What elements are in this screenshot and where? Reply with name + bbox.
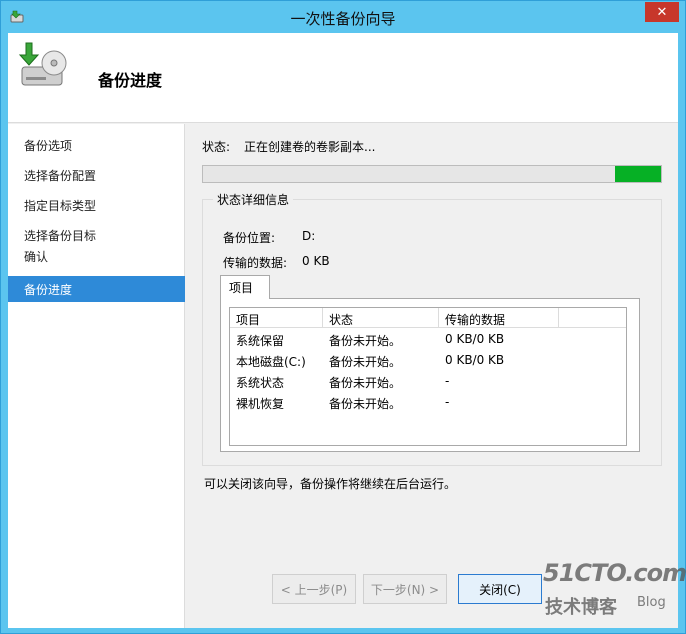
wizard-header: 备份进度 (8, 33, 678, 123)
row-data: - (445, 374, 450, 388)
wizard-content: 状态: 正在创建卷的卷影副本... 状态详细信息 备份位置: D: 传输的数据:… (186, 124, 678, 628)
wizard-steps-sidebar: 备份选项 选择备份配置 指定目标类型 选择备份目标 确认 备份进度 (8, 124, 185, 628)
column-header-transferred[interactable]: 传输的数据 (439, 308, 559, 328)
site-watermark: 51CTO.com 技术博客 Blog (541, 557, 686, 627)
row-item: 本地磁盘(C:) (236, 355, 306, 369)
row-item: 系统保留 (236, 334, 285, 348)
watermark-blog-en: Blog (637, 595, 666, 610)
tab-panel-items: 项目 状态 传输的数据 系统保留 备份未开始。 0 KB/0 KB 本地磁盘(C… (220, 298, 640, 452)
transferred-data-value: 0 KB (302, 254, 330, 268)
row-status: 备份未开始。 (329, 334, 402, 348)
row-status: 备份未开始。 (329, 397, 402, 411)
page-title: 备份进度 (98, 71, 163, 90)
column-header-item[interactable]: 项目 (230, 308, 323, 328)
row-data: - (445, 395, 450, 409)
status-label: 状态: (202, 140, 231, 154)
window-title: 一次性备份向导 (290, 10, 396, 28)
table-row[interactable]: 本地磁盘(C:) 备份未开始。 0 KB/0 KB (230, 350, 626, 371)
tab-items[interactable]: 项目 (220, 275, 270, 299)
row-data: 0 KB/0 KB (445, 332, 505, 346)
backup-items-list[interactable]: 项目 状态 传输的数据 系统保留 备份未开始。 0 KB/0 KB 本地磁盘(C… (229, 307, 627, 446)
backup-location-label: 备份位置: (223, 231, 276, 245)
close-button[interactable]: 关闭(C) (458, 574, 542, 604)
sidebar-item-select-config[interactable]: 选择备份配置 (8, 164, 185, 186)
table-row[interactable]: 系统保留 备份未开始。 0 KB/0 KB (230, 329, 626, 350)
next-button[interactable]: 下一步(N) > (363, 574, 447, 604)
table-row[interactable]: 裸机恢复 备份未开始。 - (230, 392, 626, 413)
sidebar-item-confirm[interactable]: 确认 (8, 245, 185, 267)
sidebar-item-backup-progress[interactable]: 备份进度 (8, 276, 185, 302)
close-icon: ✕ (656, 4, 668, 20)
row-data: 0 KB/0 KB (445, 353, 505, 367)
backup-progress-bar (202, 165, 662, 183)
backup-disk-icon (18, 42, 67, 86)
table-row[interactable]: 系统状态 备份未开始。 - (230, 371, 626, 392)
wizard-client-area: 备份进度 备份选项 选择备份配置 指定目标类型 选择备份目标 确认 备份进度 状… (8, 33, 678, 628)
watermark-domain: 51CTO.com (543, 559, 686, 587)
column-header-status[interactable]: 状态 (323, 308, 439, 328)
background-note: 可以关闭该向导，备份操作将继续在后台运行。 (204, 477, 457, 491)
status-details-legend: 状态详细信息 (213, 191, 294, 208)
backup-location-value: D: (302, 229, 316, 243)
list-header: 项目 状态 传输的数据 (230, 308, 626, 328)
close-window-button[interactable]: ✕ (645, 2, 679, 22)
title-bar[interactable]: 一次性备份向导 ✕ (1, 1, 685, 33)
progress-bar-fill (615, 166, 661, 182)
row-status: 备份未开始。 (329, 376, 402, 390)
row-item: 裸机恢复 (236, 397, 285, 411)
status-text: 正在创建卷的卷影副本... (244, 140, 376, 154)
sidebar-item-target-type[interactable]: 指定目标类型 (8, 194, 185, 216)
row-status: 备份未开始。 (329, 355, 402, 369)
row-item: 系统状态 (236, 376, 285, 390)
wizard-window: 一次性备份向导 ✕ 备份进度 备份选项 选择备份配置 指定目标类型 选择备份目标… (0, 0, 686, 634)
sidebar-item-backup-options[interactable]: 备份选项 (8, 134, 185, 156)
sidebar-item-select-target[interactable]: 选择备份目标 (8, 224, 185, 246)
watermark-blog-cn: 技术博客 (545, 597, 617, 618)
back-button[interactable]: < 上一步(P) (272, 574, 356, 604)
transferred-data-label: 传输的数据: (223, 256, 288, 270)
